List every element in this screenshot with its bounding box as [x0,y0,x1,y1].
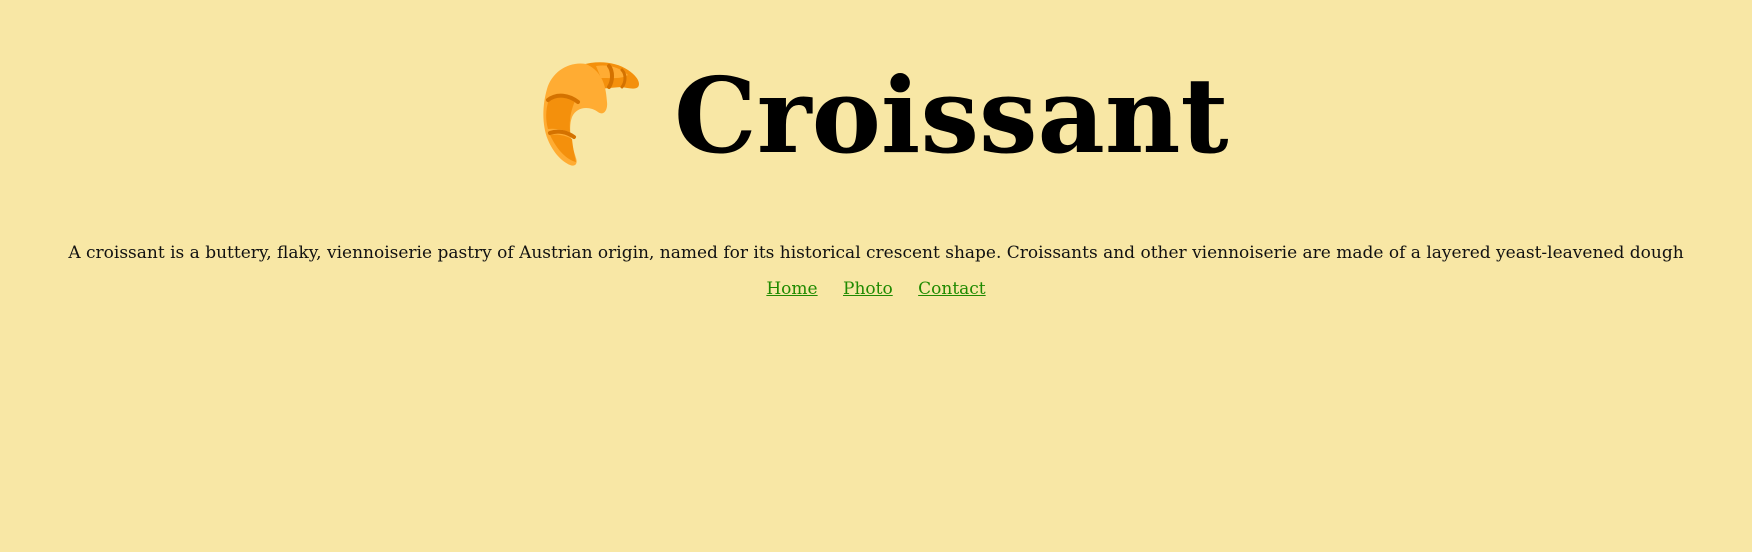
croissant-icon [543,62,639,166]
site-header: Croissant [0,48,1752,178]
description-text: A croissant is a buttery, flaky, viennoi… [68,243,1684,263]
nav-link-contact[interactable]: Contact [918,279,986,299]
nav-link-photo[interactable]: Photo [843,279,893,299]
main-navigation: Home Photo Contact [0,277,1752,301]
page-title: Croissant [674,54,1229,177]
page: Croissant A croissant is a buttery, flak… [0,0,1752,552]
nav-link-home[interactable]: Home [766,279,817,299]
